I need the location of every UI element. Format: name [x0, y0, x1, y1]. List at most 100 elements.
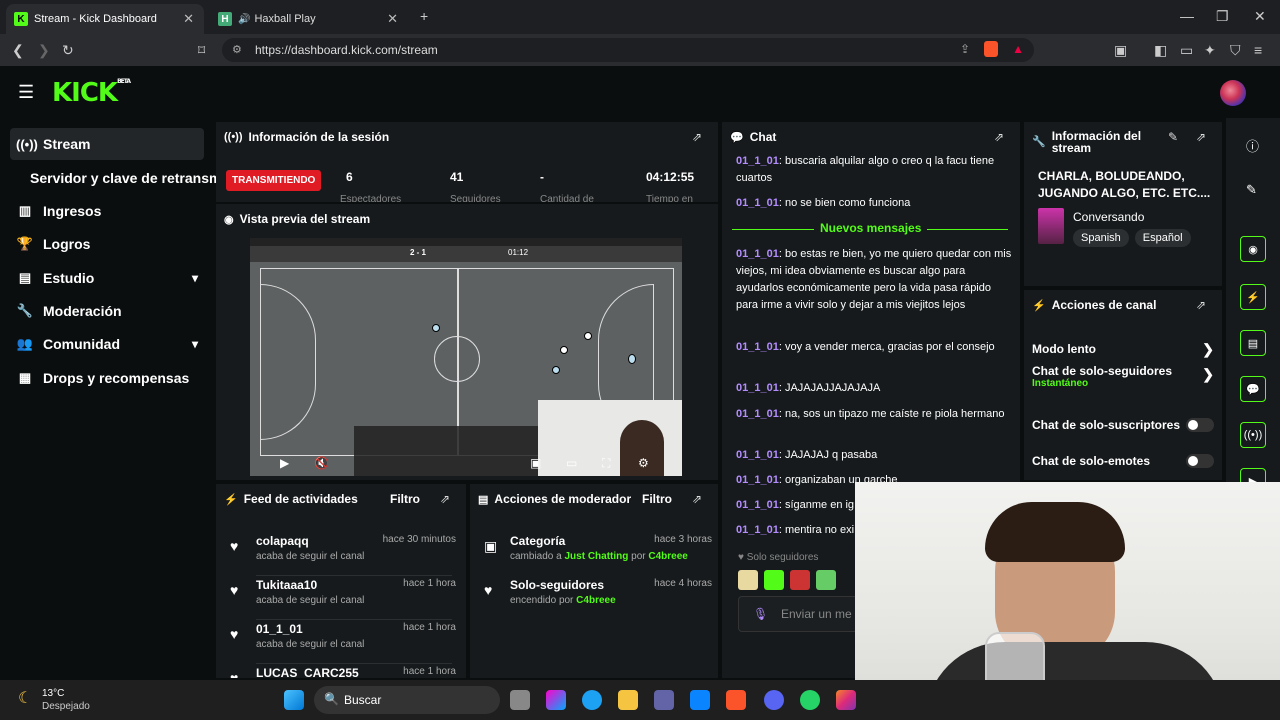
category-name[interactable]: Conversando: [1073, 210, 1144, 224]
file-explorer-icon[interactable]: [618, 690, 638, 710]
sidebar-item-ingresos[interactable]: ▥ Ingresos: [10, 195, 204, 227]
emotes-only-toggle[interactable]: [1186, 454, 1214, 468]
forward-icon[interactable]: ❯: [38, 42, 50, 59]
brave-shields-icon[interactable]: [984, 41, 998, 57]
weather-desc[interactable]: Despejado: [42, 701, 90, 712]
hamburger-menu-icon[interactable]: ☰: [18, 82, 34, 103]
bookmark-icon[interactable]: ⌑: [198, 42, 205, 59]
cast-icon[interactable]: ▣: [1114, 42, 1127, 59]
subscribers-only-toggle[interactable]: [1186, 418, 1214, 432]
whatsapp-icon[interactable]: [800, 690, 820, 710]
sidebar-item-estudio[interactable]: ▤ Estudio ▾: [10, 262, 204, 294]
chat-username[interactable]: 01_1_01: [736, 408, 779, 420]
feed-filter-button[interactable]: Filtro: [390, 492, 420, 506]
chat-username[interactable]: 01_1_01: [736, 248, 779, 260]
copilot-icon[interactable]: [546, 690, 566, 710]
play-icon[interactable]: ▶: [280, 456, 289, 470]
document-button[interactable]: ▤: [1240, 330, 1266, 356]
close-tab-icon[interactable]: ✕: [183, 11, 194, 27]
chat-username[interactable]: 01_1_01: [736, 499, 779, 511]
emote-icon[interactable]: [738, 570, 758, 590]
new-tab-icon[interactable]: +: [420, 8, 428, 24]
chat-username[interactable]: 01_1_01: [736, 524, 779, 536]
sidebar-item-drops[interactable]: ▦ Drops y recompensas: [10, 362, 204, 394]
weather-temp[interactable]: 13°C: [42, 688, 64, 699]
new-messages-divider[interactable]: Nuevos mensajes: [732, 221, 1008, 235]
task-view-icon[interactable]: [510, 690, 530, 710]
edit-icon[interactable]: ✎: [1168, 130, 1178, 144]
chat-username[interactable]: 01_1_01: [736, 449, 779, 461]
chat-username[interactable]: 01_1_01: [736, 197, 779, 209]
popout-icon[interactable]: ⇗: [1196, 298, 1206, 312]
category-thumbnail[interactable]: [1038, 208, 1064, 244]
sidebar-item-logros[interactable]: 🏆 Logros: [10, 228, 204, 260]
close-tab-icon[interactable]: ✕: [387, 11, 398, 27]
leo-ai-icon[interactable]: ✦: [1204, 42, 1216, 59]
sidebar-item-stream[interactable]: ((•)) Stream: [10, 128, 204, 160]
popout-icon[interactable]: ⇗: [440, 492, 450, 506]
brave-icon[interactable]: [726, 690, 746, 710]
tab-haxball[interactable]: H 🔊 Haxball Play ✕: [210, 4, 408, 34]
close-window-icon[interactable]: ✕: [1254, 8, 1266, 25]
feed-user[interactable]: colapaqq: [256, 534, 309, 548]
kick-logo[interactable]: KICKBETA: [52, 78, 131, 108]
chat-button[interactable]: 💬: [1240, 376, 1266, 402]
vpn-icon[interactable]: ⛉: [1230, 42, 1241, 59]
bolt-button[interactable]: ⚡: [1240, 284, 1266, 310]
theater-icon[interactable]: ▭: [566, 456, 577, 470]
edge-icon[interactable]: [582, 690, 602, 710]
mute-icon[interactable]: 🔇: [314, 456, 329, 470]
reload-icon[interactable]: ↻: [62, 42, 74, 59]
settings-icon[interactable]: ⚙: [638, 456, 649, 470]
emote-icon[interactable]: [764, 570, 784, 590]
info-icon[interactable]: ⓘ: [1246, 136, 1259, 155]
sidebar-item-moderacion[interactable]: 🔧 Moderación: [10, 295, 204, 327]
instagram-icon[interactable]: [836, 690, 856, 710]
pip-icon[interactable]: ▣: [530, 456, 541, 470]
brave-rewards-icon[interactable]: ▲: [1012, 42, 1024, 56]
chat-username[interactable]: 01_1_01: [736, 474, 779, 486]
edit-icon[interactable]: ✎: [1246, 182, 1257, 198]
emote-icon[interactable]: [790, 570, 810, 590]
avatar[interactable]: [1220, 80, 1246, 106]
url-field[interactable]: ⚙ https://dashboard.kick.com/stream ⇪ ▲: [222, 38, 1034, 62]
tab-stream-dashboard[interactable]: K Stream - Kick Dashboard ✕: [6, 4, 204, 34]
feed-user[interactable]: Tukitaaa10: [256, 578, 317, 592]
discord-icon[interactable]: [764, 690, 784, 710]
followers-only-row[interactable]: Chat de solo-seguidores Instantáneo ❯: [1032, 364, 1214, 402]
mod-action-value[interactable]: Just Chatting: [564, 551, 628, 562]
taskbar-search[interactable]: 🔍 Buscar: [314, 686, 500, 714]
microphone-icon[interactable]: 🎙: [753, 607, 768, 621]
sidebar-item-comunidad[interactable]: 👥 Comunidad ▾: [10, 328, 204, 360]
stream-preview-video[interactable]: 2 - 1 01:12 ▶ 🔇 ▣ ▭ ⛶ ⚙: [250, 238, 682, 476]
camera-button[interactable]: ◉: [1240, 236, 1266, 262]
mod-filter-button[interactable]: Filtro: [642, 492, 672, 506]
emote-icon[interactable]: [816, 570, 836, 590]
chat-username[interactable]: 01_1_01: [736, 382, 779, 394]
sidebar-toggle-icon[interactable]: ◧: [1154, 42, 1167, 59]
mod-action-user[interactable]: C4breee: [648, 551, 687, 562]
popout-icon[interactable]: ⇗: [692, 130, 702, 144]
fullscreen-icon[interactable]: ⛶: [602, 456, 610, 471]
mod-action-user[interactable]: C4breee: [576, 595, 615, 606]
broadcast-button[interactable]: ((•)): [1240, 422, 1266, 448]
site-settings-icon[interactable]: ⚙: [232, 43, 242, 56]
menu-icon[interactable]: ≡: [1254, 42, 1262, 58]
popout-icon[interactable]: ⇗: [692, 492, 702, 506]
store-icon[interactable]: [690, 690, 710, 710]
wallet-icon[interactable]: ▭: [1180, 42, 1193, 59]
teams-icon[interactable]: [654, 690, 674, 710]
sidebar-item-server-key[interactable]: Servidor y clave de retransm: [24, 162, 221, 194]
feed-user[interactable]: LUCAS_CARC255: [256, 666, 359, 678]
slow-mode-row[interactable]: Modo lento ❯: [1032, 334, 1214, 364]
windows-start-icon[interactable]: [284, 690, 304, 710]
tag[interactable]: Spanish: [1073, 229, 1129, 247]
popout-icon[interactable]: ⇗: [1196, 130, 1206, 144]
chat-username[interactable]: 01_1_01: [736, 155, 779, 167]
share-icon[interactable]: ⇪: [960, 42, 970, 56]
feed-user[interactable]: 01_1_01: [256, 622, 303, 636]
maximize-icon[interactable]: ❐: [1216, 8, 1229, 25]
popout-icon[interactable]: ⇗: [994, 130, 1004, 144]
back-icon[interactable]: ❮: [12, 42, 24, 59]
tag[interactable]: Español: [1134, 229, 1191, 247]
